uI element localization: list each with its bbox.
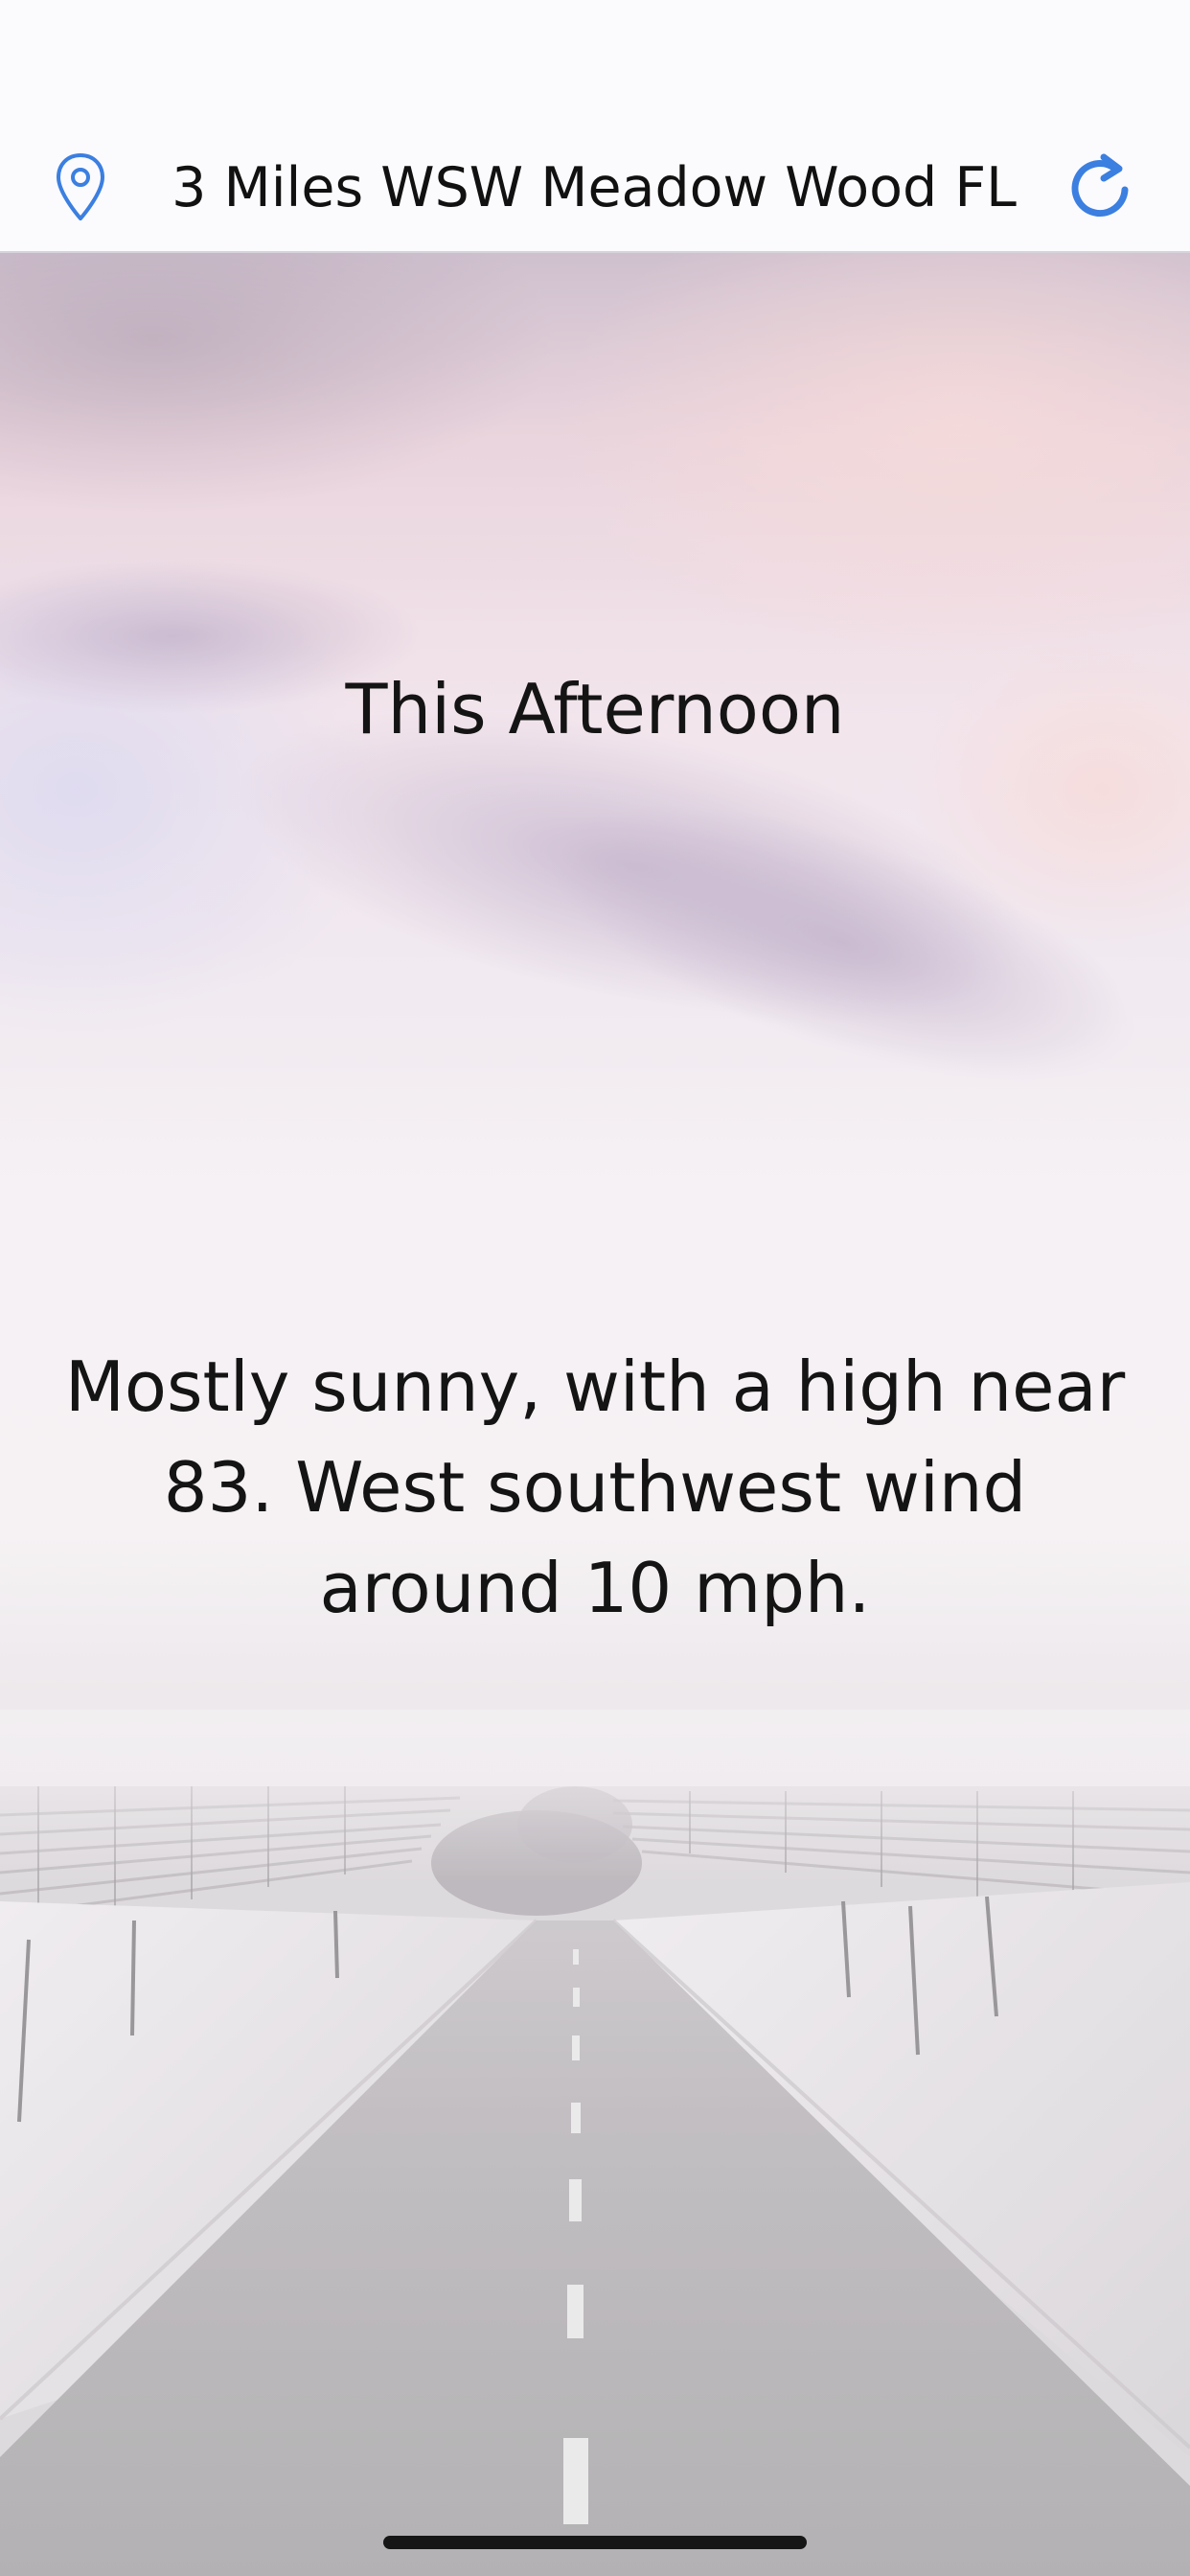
refresh-icon[interactable] bbox=[1067, 151, 1133, 220]
map-pin-icon[interactable] bbox=[54, 151, 107, 222]
location-header: 3 Miles WSW Meadow Wood FL bbox=[0, 0, 1190, 253]
forecast-detailed-text: Mostly sunny, with a high near 83. West … bbox=[64, 1346, 1126, 1628]
home-indicator[interactable] bbox=[383, 2536, 807, 2549]
forecast-period-name: This Afternoon bbox=[345, 669, 845, 749]
location-title: 3 Miles WSW Meadow Wood FL bbox=[172, 156, 1017, 219]
